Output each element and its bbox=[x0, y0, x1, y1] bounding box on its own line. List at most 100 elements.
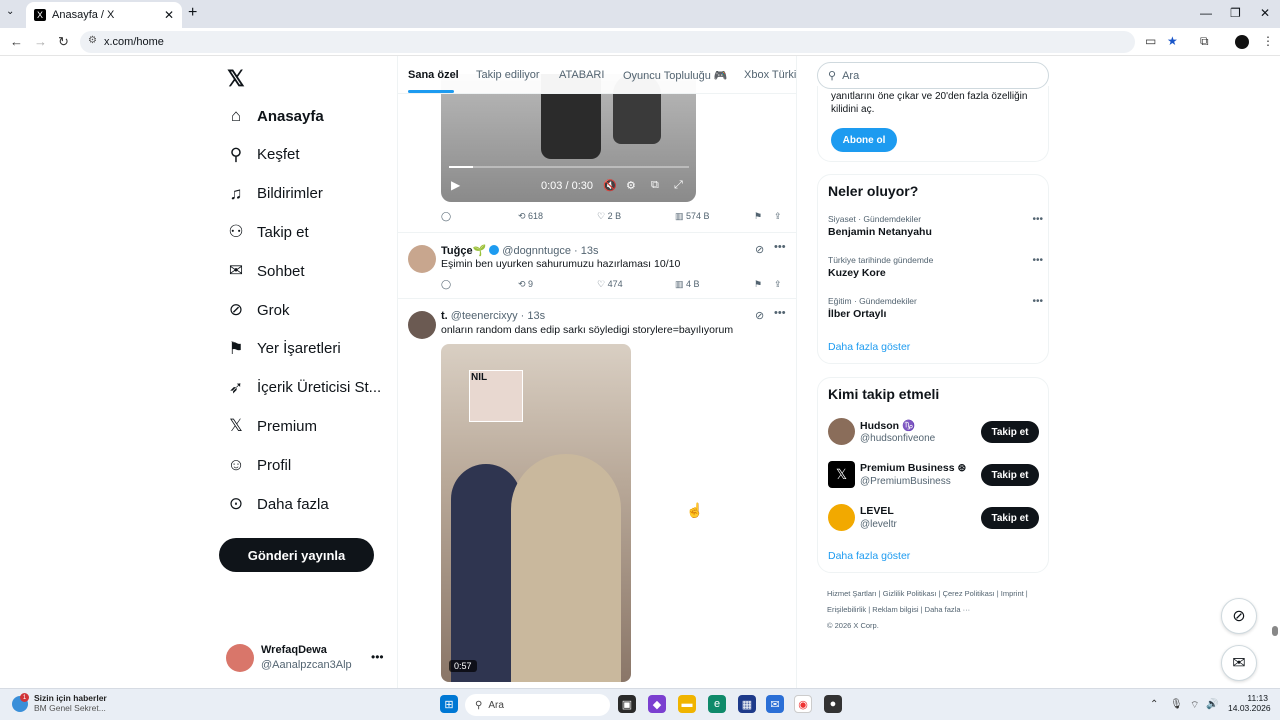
window-close-icon[interactable]: ✕ bbox=[1260, 6, 1270, 20]
file-explorer-icon[interactable]: ▬ bbox=[678, 695, 696, 713]
tab-atabari[interactable]: ATABARI bbox=[559, 69, 604, 81]
settings-icon[interactable]: ⚙ bbox=[626, 179, 636, 192]
minimize-icon[interactable]: — bbox=[1200, 6, 1212, 20]
show-more-trends-link[interactable]: Daha fazla göster bbox=[828, 341, 910, 353]
tab-following[interactable]: Takip ediliyor bbox=[476, 69, 540, 81]
views-icon[interactable]: ▥ 4 B bbox=[675, 279, 700, 290]
suggested-account[interactable]: 𝕏 Premium Business ⊛ @PremiumBusiness Ta… bbox=[828, 461, 1040, 491]
follow-button[interactable]: Takip et bbox=[981, 421, 1039, 443]
app-icon[interactable]: ● bbox=[824, 695, 842, 713]
nav-item-grok[interactable]: ⊘ Grok bbox=[225, 298, 290, 322]
microphone-icon[interactable]: 🎙 bbox=[1170, 699, 1183, 710]
nav-item-home[interactable]: ⌂ Anasayfa bbox=[225, 104, 324, 128]
tab-gamer-community[interactable]: Oyuncu Topluluğu 🎮 bbox=[623, 69, 728, 82]
nav-item-rocket[interactable]: ➶ İçerik Üreticisi St... bbox=[225, 376, 381, 400]
repost-icon[interactable]: ⟲ 9 bbox=[518, 279, 533, 290]
like-icon[interactable]: ♡ 474 bbox=[597, 279, 623, 290]
volume-icon[interactable]: 🔊 bbox=[1206, 699, 1218, 710]
chrome-icon[interactable]: ◉ bbox=[794, 695, 812, 713]
share-icon[interactable]: ⇪ bbox=[774, 279, 782, 290]
nav-item-mail[interactable]: ✉ Sohbet bbox=[225, 259, 305, 283]
like-icon[interactable]: ♡ 2 B bbox=[597, 211, 621, 222]
show-more-follow-link[interactable]: Daha fazla göster bbox=[828, 550, 910, 562]
forward-icon[interactable]: → bbox=[34, 34, 47, 49]
nav-item-bookmark[interactable]: ⚑ Yer İşaretleri bbox=[225, 337, 340, 361]
bookmark-icon[interactable]: ⚑ bbox=[754, 279, 762, 290]
messages-fab-icon[interactable]: ✉ bbox=[1221, 645, 1257, 681]
account-switcher[interactable]: WrefaqDewa @Aanalpzcan3Alp ••• bbox=[226, 642, 386, 674]
grok-icon[interactable]: ⊘ bbox=[755, 309, 764, 322]
close-tab-icon[interactable]: ✕ bbox=[164, 8, 174, 22]
scrollbar[interactable] bbox=[1270, 56, 1280, 688]
nav-item-profile[interactable]: ☺ Profil bbox=[225, 453, 291, 477]
footer-text[interactable]: Hizmet Şartları | Gizlilik Politikası | … bbox=[827, 586, 1047, 618]
reload-icon[interactable]: ↻ bbox=[58, 34, 69, 50]
premium-card: yanıtlarını öne çıkar ve 20'den fazla öz… bbox=[817, 86, 1049, 162]
more-dots-icon[interactable]: ••• bbox=[1032, 214, 1043, 225]
more-dots-icon[interactable]: ••• bbox=[1032, 296, 1043, 307]
tab-search-icon[interactable]: ⌄ bbox=[6, 6, 14, 17]
store-icon[interactable]: ▦ bbox=[738, 695, 756, 713]
bookmark-star-icon[interactable]: ★ bbox=[1167, 34, 1178, 48]
repost-icon[interactable]: ⟲ 618 bbox=[518, 211, 543, 222]
address-bar[interactable]: ⚙ x.com/home bbox=[80, 31, 1135, 53]
pip-icon[interactable]: ⧉ bbox=[651, 179, 659, 192]
x-logo-icon[interactable]: 𝕏 bbox=[227, 66, 245, 92]
site-info-icon[interactable]: ⚙ bbox=[88, 35, 97, 46]
news-widget[interactable]: 1 Sizin için haberler BM Genel Sekret... bbox=[12, 693, 107, 713]
tab-for-you[interactable]: Sana özel bbox=[408, 69, 459, 81]
extensions-icon[interactable]: ⧉ bbox=[1200, 34, 1209, 49]
widgets-app-icon[interactable]: ◆ bbox=[648, 695, 666, 713]
start-icon[interactable]: ⊞ bbox=[440, 695, 458, 713]
video-thumbnail[interactable]: NIL 0:57 bbox=[441, 344, 631, 682]
play-icon[interactable]: ▶ bbox=[451, 178, 460, 192]
follow-button[interactable]: Takip et bbox=[981, 464, 1039, 486]
tray-chevron-icon[interactable]: ⌃ bbox=[1150, 699, 1158, 710]
back-icon[interactable]: ← bbox=[10, 34, 23, 49]
more-dots-icon[interactable]: ••• bbox=[1032, 255, 1043, 266]
browser-tab[interactable]: X Anasayfa / X ✕ bbox=[26, 2, 182, 28]
grok-icon[interactable]: ⊘ bbox=[755, 243, 764, 256]
subscribe-button[interactable]: Abone ol bbox=[831, 128, 897, 152]
video-progress-bar[interactable] bbox=[449, 166, 689, 168]
edge-icon[interactable]: e bbox=[708, 695, 726, 713]
restore-icon[interactable]: ❐ bbox=[1230, 6, 1241, 20]
suggested-account[interactable]: Hudson ♑ @hudsonfiveone Takip et bbox=[828, 418, 1040, 448]
nav-item-bell[interactable]: ♫ Bildirimler bbox=[225, 182, 323, 206]
scrollbar-thumb[interactable] bbox=[1272, 626, 1278, 636]
post[interactable]: t. @teenercixyy · 13s onların random dan… bbox=[398, 298, 796, 688]
mute-icon[interactable]: 🔇 bbox=[603, 179, 617, 192]
nav-item-search[interactable]: ⚲ Keşfet bbox=[225, 143, 300, 167]
nav-item-x-premium[interactable]: 𝕏 Premium bbox=[225, 414, 317, 438]
tab-xbox-turkiye[interactable]: Xbox Türkiy bbox=[744, 69, 796, 81]
reply-icon[interactable]: ◯ bbox=[441, 211, 451, 222]
search-input[interactable]: ⚲ Ara bbox=[817, 62, 1049, 89]
more-dots-icon[interactable]: ••• bbox=[371, 650, 384, 664]
wifi-icon[interactable]: ⌔ bbox=[1190, 699, 1199, 712]
views-icon[interactable]: ▥ 574 B bbox=[675, 211, 710, 222]
cast-icon[interactable]: ▭ bbox=[1145, 34, 1156, 48]
trend-item[interactable]: Siyaset · Gündemdekiler Benjamin Netanya… bbox=[828, 214, 1043, 238]
fullscreen-icon[interactable]: ⤢ bbox=[674, 179, 683, 192]
bookmark-icon[interactable]: ⚑ bbox=[754, 211, 762, 222]
new-tab-icon[interactable]: + bbox=[188, 4, 197, 22]
clock[interactable]: 11:13 14.03.2026 bbox=[1228, 693, 1271, 713]
browser-profile-avatar[interactable] bbox=[1235, 35, 1249, 49]
reply-icon[interactable]: ◯ bbox=[441, 279, 451, 290]
trend-item[interactable]: Eğitim · Gündemdekiler İlber Ortaylı ••• bbox=[828, 296, 1043, 320]
nav-item-more-circle[interactable]: ⊙ Daha fazla bbox=[225, 492, 329, 516]
post[interactable]: Tuğçe🌱 @dognntugce · 13s Eşimin ben uyurk… bbox=[398, 232, 796, 298]
taskbar-search[interactable]: ⚲ Ara bbox=[465, 694, 610, 716]
more-dots-icon[interactable]: ••• bbox=[774, 241, 786, 253]
more-dots-icon[interactable]: ••• bbox=[774, 307, 786, 319]
suggested-account[interactable]: LEVEL @leveltr Takip et bbox=[828, 504, 1040, 534]
browser-menu-icon[interactable]: ⋮ bbox=[1262, 34, 1274, 48]
task-view-icon[interactable]: ▣ bbox=[618, 695, 636, 713]
share-icon[interactable]: ⇪ bbox=[774, 211, 782, 222]
outlook-icon[interactable]: ✉ bbox=[766, 695, 784, 713]
post-button[interactable]: Gönderi yayınla bbox=[219, 538, 374, 572]
grok-fab-icon[interactable]: ⊘ bbox=[1221, 598, 1257, 634]
nav-item-person-add[interactable]: ⚇ Takip et bbox=[225, 220, 308, 244]
follow-button[interactable]: Takip et bbox=[981, 507, 1039, 529]
trend-item[interactable]: Türkiye tarihinde gündemde Kuzey Kore ••… bbox=[828, 255, 1043, 279]
